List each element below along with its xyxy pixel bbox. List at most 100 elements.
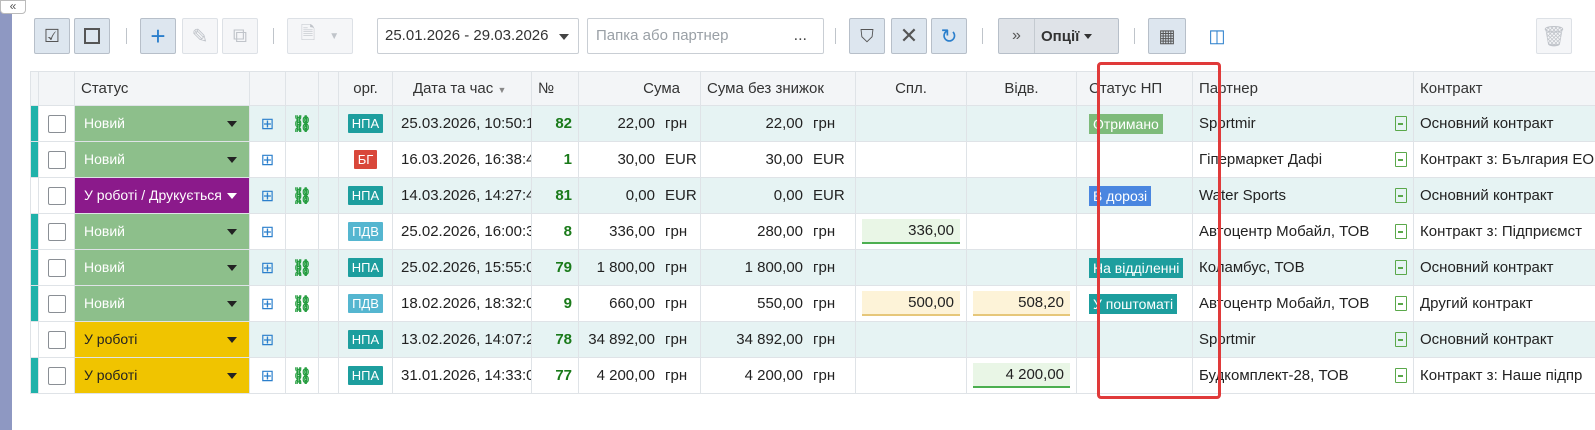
row-checkbox[interactable]	[47, 222, 66, 241]
structure-cell[interactable]: ⊞	[249, 285, 286, 322]
status-cell[interactable]: У роботі / Друкується	[74, 177, 250, 214]
column-header-datetime[interactable]: Дата та час ▼	[392, 71, 532, 106]
contract-cell[interactable]: Основний контракт	[1413, 249, 1595, 286]
partner-name[interactable]: Water Sports	[1199, 187, 1286, 204]
link-icon[interactable]: ⛓	[292, 188, 312, 205]
date-range-picker[interactable]: 25.01.2026 - 29.03.2026	[377, 18, 579, 54]
deselect-all-button[interactable]	[74, 18, 110, 54]
table-row[interactable]: У роботі / Друкується ⊞ ⛓ НПА 14.03.2026…	[30, 177, 1595, 214]
partner-name[interactable]: Sportmir	[1199, 331, 1256, 348]
table-view-button[interactable]: ▦	[1148, 18, 1186, 54]
partner-cell[interactable]: Автоцентр Мобайл, ТОВ	[1192, 213, 1414, 250]
link-cell[interactable]	[285, 141, 319, 178]
document-icon[interactable]	[1395, 224, 1407, 239]
row-checkbox[interactable]	[47, 366, 66, 385]
document-icon[interactable]	[1395, 152, 1407, 167]
structure-cell[interactable]: ⊞	[249, 105, 286, 142]
status-cell[interactable]: Новий	[74, 105, 250, 142]
clear-filter-button[interactable]: ✕	[891, 18, 927, 54]
row-checkbox-cell[interactable]	[38, 321, 75, 358]
row-checkbox-cell[interactable]	[38, 249, 75, 286]
document-icon[interactable]	[1395, 188, 1407, 203]
column-header-np-status[interactable]: Статус НП	[1076, 71, 1193, 106]
partner-name[interactable]: Автоцентр Мобайл, ТОВ	[1199, 295, 1369, 312]
document-action-dropdown[interactable]: 🗎 ▼	[287, 18, 353, 54]
partner-cell[interactable]: Sportmir	[1192, 105, 1414, 142]
document-icon[interactable]	[1395, 116, 1407, 131]
column-header-sum[interactable]: Сума	[578, 71, 701, 106]
order-number[interactable]: 1	[531, 141, 579, 178]
row-checkbox-cell[interactable]	[38, 285, 75, 322]
table-row[interactable]: У роботі ⊞ НПА 13.02.2026, 14:07:29 78 3…	[30, 321, 1595, 358]
order-number[interactable]: 9	[531, 285, 579, 322]
document-icon[interactable]	[1395, 260, 1407, 275]
contract-cell[interactable]: Основний контракт	[1413, 105, 1595, 142]
row-checkbox-cell[interactable]	[38, 141, 75, 178]
folder-partner-search[interactable]: Папка або партнер...	[587, 18, 824, 54]
order-number[interactable]: 82	[531, 105, 579, 142]
status-dropdown[interactable]: Новий	[75, 286, 249, 321]
options-dropdown[interactable]: » Опції	[998, 18, 1119, 54]
contract-cell[interactable]: Контракт з: Підприємст	[1413, 213, 1595, 250]
row-checkbox-cell[interactable]	[38, 357, 75, 394]
status-cell[interactable]: Новий	[74, 141, 250, 178]
link-cell[interactable]: ⛓	[285, 285, 319, 322]
hierarchy-icon[interactable]: ⊞	[261, 224, 274, 241]
link-cell[interactable]: ⛓	[285, 177, 319, 214]
row-checkbox[interactable]	[47, 114, 66, 133]
column-header-partner[interactable]: Партнер	[1192, 71, 1414, 106]
column-header-number[interactable]: №	[531, 71, 579, 106]
select-all-button[interactable]: ☑	[34, 18, 70, 54]
partner-cell[interactable]: Water Sports	[1192, 177, 1414, 214]
hierarchy-icon[interactable]: ⊞	[261, 332, 274, 349]
hierarchy-icon[interactable]: ⊞	[261, 152, 274, 169]
contract-cell[interactable]: Контракт з: България ЕО	[1413, 141, 1595, 178]
partner-name[interactable]: Sportmir	[1199, 115, 1256, 132]
column-header-shipped[interactable]: Відв.	[966, 71, 1077, 106]
layout-button[interactable]: ◫	[1202, 18, 1232, 54]
row-checkbox[interactable]	[47, 258, 66, 277]
table-row[interactable]: У роботі ⊞ ⛓ НПА 31.01.2026, 14:33:00 77…	[30, 357, 1595, 394]
refresh-button[interactable]: ↻	[931, 18, 967, 54]
partner-name[interactable]: Автоцентр Мобайл, ТОВ	[1199, 223, 1369, 240]
status-cell[interactable]: Новий	[74, 213, 250, 250]
link-cell[interactable]	[285, 321, 319, 358]
link-cell[interactable]: ⛓	[285, 105, 319, 142]
contract-cell[interactable]: Основний контракт	[1413, 177, 1595, 214]
partner-name[interactable]: Коламбус, ТОВ	[1199, 259, 1305, 276]
row-checkbox[interactable]	[47, 150, 66, 169]
partner-cell[interactable]: Sportmir	[1192, 321, 1414, 358]
table-row[interactable]: Новий ⊞ ⛓ ПДВ 18.02.2026, 18:32:00 9 660…	[30, 285, 1595, 322]
column-header-org[interactable]: орг.	[338, 71, 393, 106]
status-dropdown[interactable]: У роботі / Друкується	[75, 178, 249, 213]
partner-name[interactable]: Гіпермаркет Дафі	[1199, 151, 1322, 168]
double-chevron-right-icon[interactable]: »	[999, 19, 1035, 53]
status-cell[interactable]: У роботі	[74, 321, 250, 358]
status-cell[interactable]: У роботі	[74, 357, 250, 394]
hierarchy-icon[interactable]: ⊞	[261, 260, 274, 277]
copy-button[interactable]: ⧉	[222, 18, 258, 54]
add-button[interactable]: +	[140, 18, 176, 54]
link-icon[interactable]: ⛓	[292, 260, 312, 277]
link-icon[interactable]: ⛓	[292, 116, 312, 133]
structure-cell[interactable]: ⊞	[249, 249, 286, 286]
status-dropdown[interactable]: Новий	[75, 250, 249, 285]
row-checkbox[interactable]	[47, 330, 66, 349]
contract-cell[interactable]: Контракт з: Наше підпр	[1413, 357, 1595, 394]
status-cell[interactable]: Новий	[74, 249, 250, 286]
order-number[interactable]: 8	[531, 213, 579, 250]
hierarchy-icon[interactable]: ⊞	[261, 296, 274, 313]
table-row[interactable]: Новий ⊞ ⛓ НПА 25.03.2026, 10:50:17 82 22…	[30, 105, 1595, 142]
order-number[interactable]: 81	[531, 177, 579, 214]
table-row[interactable]: Новий ⊞ БГ 16.03.2026, 16:38:42 1 30,00 E…	[30, 141, 1595, 178]
hierarchy-icon[interactable]: ⊞	[261, 116, 274, 133]
delete-button[interactable]: 🗑	[1536, 18, 1572, 54]
partner-cell[interactable]: Гіпермаркет Дафі	[1192, 141, 1414, 178]
link-icon[interactable]: ⛓	[292, 296, 312, 313]
edit-button[interactable]: ✎	[182, 18, 218, 54]
structure-cell[interactable]: ⊞	[249, 177, 286, 214]
status-dropdown[interactable]: У роботі	[75, 322, 249, 357]
partner-cell[interactable]: Коламбус, ТОВ	[1192, 249, 1414, 286]
structure-cell[interactable]: ⊞	[249, 357, 286, 394]
column-header-status[interactable]: Статус	[74, 71, 250, 106]
